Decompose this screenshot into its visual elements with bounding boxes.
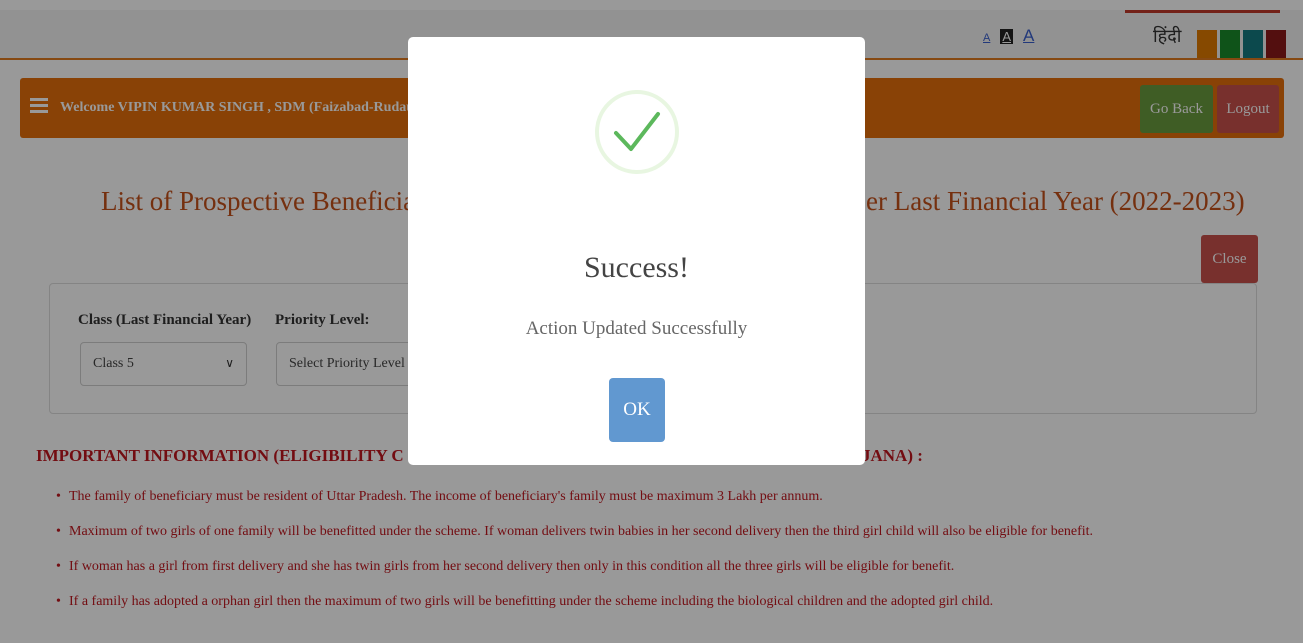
dialog-message: Action Updated Successfully: [525, 318, 748, 339]
ok-button[interactable]: OK: [609, 378, 665, 442]
page: A A A हिंदी Welcome VIPIN KUMAR SINGH , …: [0, 0, 1303, 643]
success-dialog: Success! Action Updated Successfully OK: [408, 37, 865, 465]
dialog-title: Success!: [584, 251, 689, 284]
success-checkmark-icon: [595, 90, 679, 174]
checkmark-icon: [614, 112, 660, 151]
